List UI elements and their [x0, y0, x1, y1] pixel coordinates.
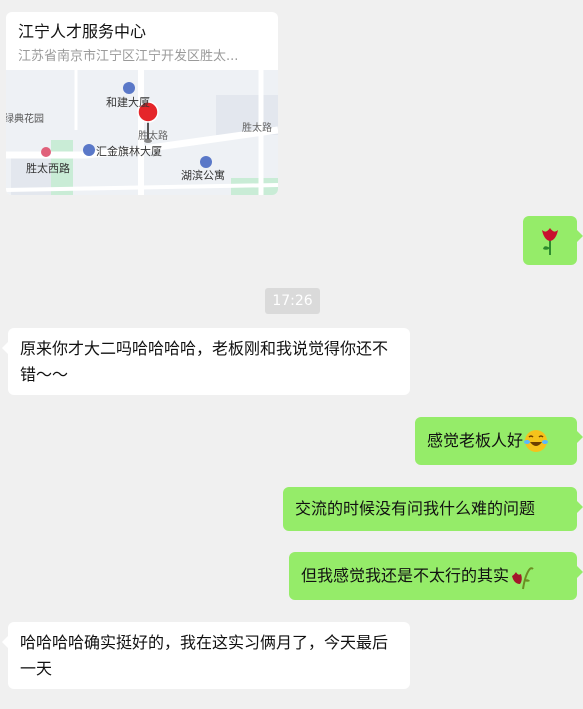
- message-bubble-5[interactable]: 但我感觉我还是不太行的其实: [289, 552, 583, 600]
- map-label-poi-1: 和建大厦: [106, 96, 150, 109]
- map-label-poi-3: 湖滨公寓: [181, 169, 225, 182]
- rose-icon: [542, 227, 558, 255]
- message-bubble-6[interactable]: 哈哈哈哈确实挺好的，我在这实习俩月了，今天最后一天: [2, 622, 410, 689]
- message-bubble-1[interactable]: [523, 216, 583, 265]
- message-text: 哈哈哈哈确实挺好的，我在这实习俩月了，今天最后一天: [20, 633, 389, 678]
- wilted-rose-icon: [512, 567, 534, 590]
- message-text: 原来你才大二吗哈哈哈哈，老板刚和我说觉得你还不错～～: [20, 339, 389, 384]
- location-card[interactable]: 江宁人才服务中心 江苏省南京市江宁区江宁开发区胜太... 和建大厦 汇金旗林大厦…: [6, 12, 278, 195]
- message-bubble-3[interactable]: 感觉老板人好: [415, 417, 583, 465]
- map-label-poi-2: 汇金旗林大厦: [96, 145, 162, 158]
- message-text: 但我感觉我还是不太行的其实: [301, 566, 510, 585]
- message-bubble-4[interactable]: 交流的时候没有问我什么难的问题: [283, 487, 583, 531]
- map-label-road-2: 胜太路: [242, 123, 272, 134]
- message-text: 交流的时候没有问我什么难的问题: [295, 499, 536, 518]
- location-map[interactable]: 和建大厦 汇金旗林大厦 湖滨公寓 胜太路 胜太路 胜太西路 绿典花园: [6, 70, 278, 195]
- laugh-icon: [524, 430, 549, 452]
- map-label-road-3: 胜太西路: [26, 162, 70, 175]
- map-label-road-1: 胜太路: [138, 131, 168, 142]
- location-address: 江苏省南京市江宁区江宁开发区胜太...: [18, 49, 239, 64]
- message-text: 感觉老板人好: [427, 431, 524, 450]
- message-timestamp: 17:26: [265, 288, 320, 314]
- message-bubble-2[interactable]: 原来你才大二吗哈哈哈哈，老板刚和我说觉得你还不错～～: [2, 328, 410, 395]
- location-title: 江宁人才服务中心: [18, 22, 147, 41]
- map-label-park: 绿典花园: [6, 114, 44, 125]
